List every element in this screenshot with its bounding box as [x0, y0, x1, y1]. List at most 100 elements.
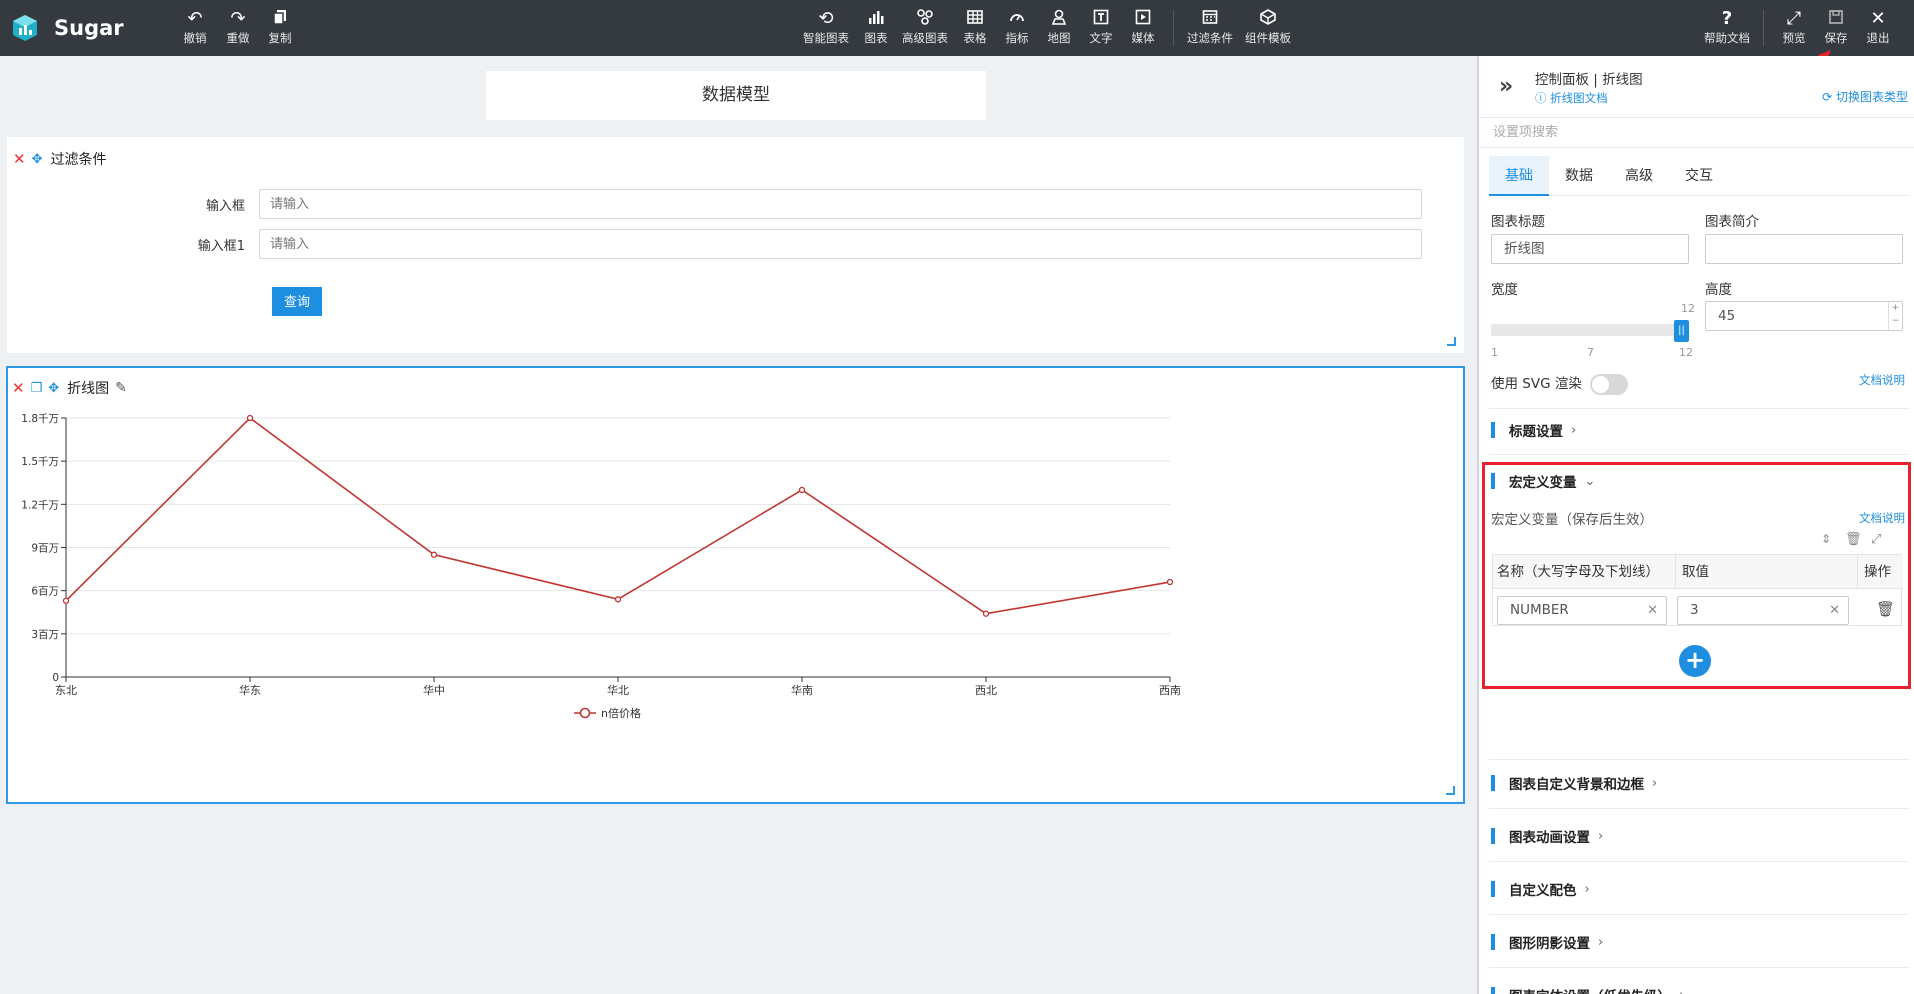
chart-panel[interactable]: ✕ ❐ ✥ 折线图 ✎ 0 3百万 6百万 9百万 1.2千万 1.5千万 1.8千万 东北华…	[6, 366, 1465, 804]
filter-input[interactable]	[259, 189, 1422, 219]
chart-title-input[interactable]: 折线图	[1491, 234, 1689, 264]
copy-button[interactable]: 复制	[256, 8, 304, 50]
move-icon[interactable]: ✥	[32, 152, 43, 167]
text-icon	[1077, 8, 1125, 30]
tab-basic[interactable]: 基础	[1489, 156, 1549, 196]
legend-marker	[579, 707, 591, 719]
settings-search-input[interactable]: 设置项搜索	[1479, 118, 1914, 148]
redo-button[interactable]: ↷ 重做	[214, 8, 262, 50]
chart-doc-link[interactable]: ⓘ 折线图文档	[1535, 90, 1608, 106]
filter-row: 输入框	[7, 189, 1422, 219]
delete-icon[interactable]: ✕	[13, 150, 26, 168]
gauge-icon	[993, 8, 1041, 30]
help-doc-button[interactable]: ? 帮助文档	[1703, 8, 1751, 50]
top-toolbar: Sugar ↶ 撤销 ↷ 重做 复制 ⟲ 智能图表 图表 高级图表 表格 指标 …	[0, 0, 1914, 56]
macro-vars-table: 名称（大写字母及下划线） 取值 操作 NUMBER ✕ 3 ✕ 🗑	[1492, 554, 1903, 626]
table-button[interactable]: 表格	[951, 8, 999, 50]
tab-data[interactable]: 数据	[1549, 156, 1609, 196]
y-tick-label: 0	[52, 672, 59, 684]
undo-button[interactable]: ↶ 撤销	[171, 8, 219, 50]
exit-button[interactable]: ✕ 退出	[1854, 8, 1902, 50]
chart-button[interactable]: 图表	[852, 8, 900, 50]
resize-handle[interactable]	[1446, 786, 1455, 795]
width-label: 宽度	[1491, 282, 1518, 298]
chevron-right-icon: ›	[1584, 881, 1590, 897]
undo-icon: ↶	[187, 8, 203, 29]
template-icon	[1244, 8, 1292, 30]
x-tick-label: 华北	[607, 683, 629, 697]
highlight-box: 名称（大写字母及下划线） 取值 操作 NUMBER ✕ 3 ✕ 🗑 +	[1482, 462, 1911, 689]
switch-chart-type-link[interactable]: ⟳ 切换图表类型	[1822, 88, 1908, 105]
line-chart: 0 3百万 6百万 9百万 1.2千万 1.5千万 1.8千万东北 华东 华中 华北 华南 西北 西南 n…	[21, 413, 1181, 720]
text-button[interactable]: 文字	[1077, 8, 1125, 50]
data-point	[246, 414, 254, 422]
svg-render-toggle[interactable]	[1590, 374, 1628, 395]
width-slider-track[interactable]	[1491, 324, 1687, 336]
indicator-button[interactable]: 指标	[993, 8, 1041, 50]
chevron-right-icon: ›	[1598, 828, 1604, 844]
filter-button[interactable]: 过滤条件	[1186, 8, 1234, 50]
section-bg-border[interactable]: 图表自定义背景和边框 ›	[1491, 772, 1657, 794]
chevron-right-icon: ›	[1598, 934, 1604, 950]
delete-row-icon[interactable]: 🗑	[1876, 600, 1895, 618]
filter-input[interactable]	[259, 229, 1422, 259]
filter-label: 输入框	[205, 198, 245, 214]
tab-advanced[interactable]: 高级	[1609, 156, 1669, 196]
filter-panel-header: ✕ ✥ 过滤条件	[13, 149, 106, 169]
doc-explain-link[interactable]: 文档说明	[1859, 372, 1905, 388]
component-template-button[interactable]: 组件模板	[1244, 8, 1292, 50]
toolbar-divider	[1173, 10, 1174, 46]
section-divider	[1489, 759, 1909, 760]
section-title-settings[interactable]: 标题设置 ›	[1491, 419, 1576, 441]
add-macro-button[interactable]: +	[1679, 645, 1711, 677]
help-icon: ?	[1721, 8, 1733, 29]
column-header: 操作	[1857, 555, 1891, 589]
clear-icon[interactable]: ✕	[1647, 597, 1658, 624]
data-point	[614, 596, 622, 603]
settings-tabs: 基础 数据 高级 交互	[1489, 156, 1909, 196]
save-icon	[1812, 8, 1860, 30]
chevron-right-icon: ›	[1571, 422, 1577, 438]
data-point	[62, 597, 70, 604]
media-button[interactable]: 媒体	[1119, 8, 1167, 50]
y-tick-label: 1.5千万	[21, 456, 59, 468]
section-animation[interactable]: 图表动画设置 ›	[1491, 825, 1603, 847]
data-model-title[interactable]: 数据模型	[486, 71, 986, 120]
query-button[interactable]: 查询	[272, 287, 322, 316]
clear-icon[interactable]: ✕	[1829, 597, 1840, 624]
help-circle-icon: ⓘ	[1535, 91, 1551, 105]
tab-interaction[interactable]: 交互	[1669, 156, 1729, 196]
control-panel-title: 控制面板 | 折线图	[1535, 72, 1643, 88]
section-custom-colors[interactable]: 自定义配色 ›	[1491, 878, 1590, 900]
slider-tick: 7	[1587, 346, 1594, 359]
map-pin-icon	[1035, 8, 1083, 30]
resize-handle[interactable]	[1447, 337, 1456, 346]
collapse-icon[interactable]: »	[1499, 74, 1513, 99]
advanced-chart-button[interactable]: 高级图表	[901, 8, 949, 50]
app-logo[interactable]: Sugar	[10, 10, 124, 46]
section-divider	[1489, 914, 1909, 915]
section-divider	[1489, 408, 1909, 409]
redo-icon: ↷	[230, 8, 246, 29]
svg-render-label: 使用 SVG 渲染	[1491, 376, 1582, 392]
save-button[interactable]: 保存	[1812, 8, 1860, 50]
height-stepper[interactable]: + −	[1888, 302, 1902, 330]
macro-value-input[interactable]: 3 ✕	[1677, 596, 1849, 625]
width-slider-handle[interactable]: ||	[1674, 320, 1689, 342]
map-button[interactable]: 地图	[1035, 8, 1083, 50]
preview-button[interactable]: ⤢ 预览	[1770, 8, 1818, 50]
section-divider	[1489, 808, 1909, 809]
chart-desc-input[interactable]	[1705, 234, 1903, 264]
height-input[interactable]: 45 + −	[1705, 301, 1903, 331]
data-point	[982, 610, 990, 617]
smart-chart-button[interactable]: ⟲ 智能图表	[802, 8, 850, 50]
sugar-logo-icon	[13, 15, 37, 41]
section-shadow[interactable]: 图形阴影设置 ›	[1491, 931, 1603, 953]
x-tick-label: 华中	[423, 683, 445, 697]
section-font[interactable]: 图表字体设置（低优先级）›	[1491, 984, 1684, 994]
section-divider	[1489, 967, 1909, 968]
copy-icon	[256, 8, 304, 30]
legend-label: n倍价格	[601, 706, 641, 720]
macro-name-input[interactable]: NUMBER ✕	[1497, 596, 1667, 625]
toolbar-divider	[1763, 10, 1764, 46]
